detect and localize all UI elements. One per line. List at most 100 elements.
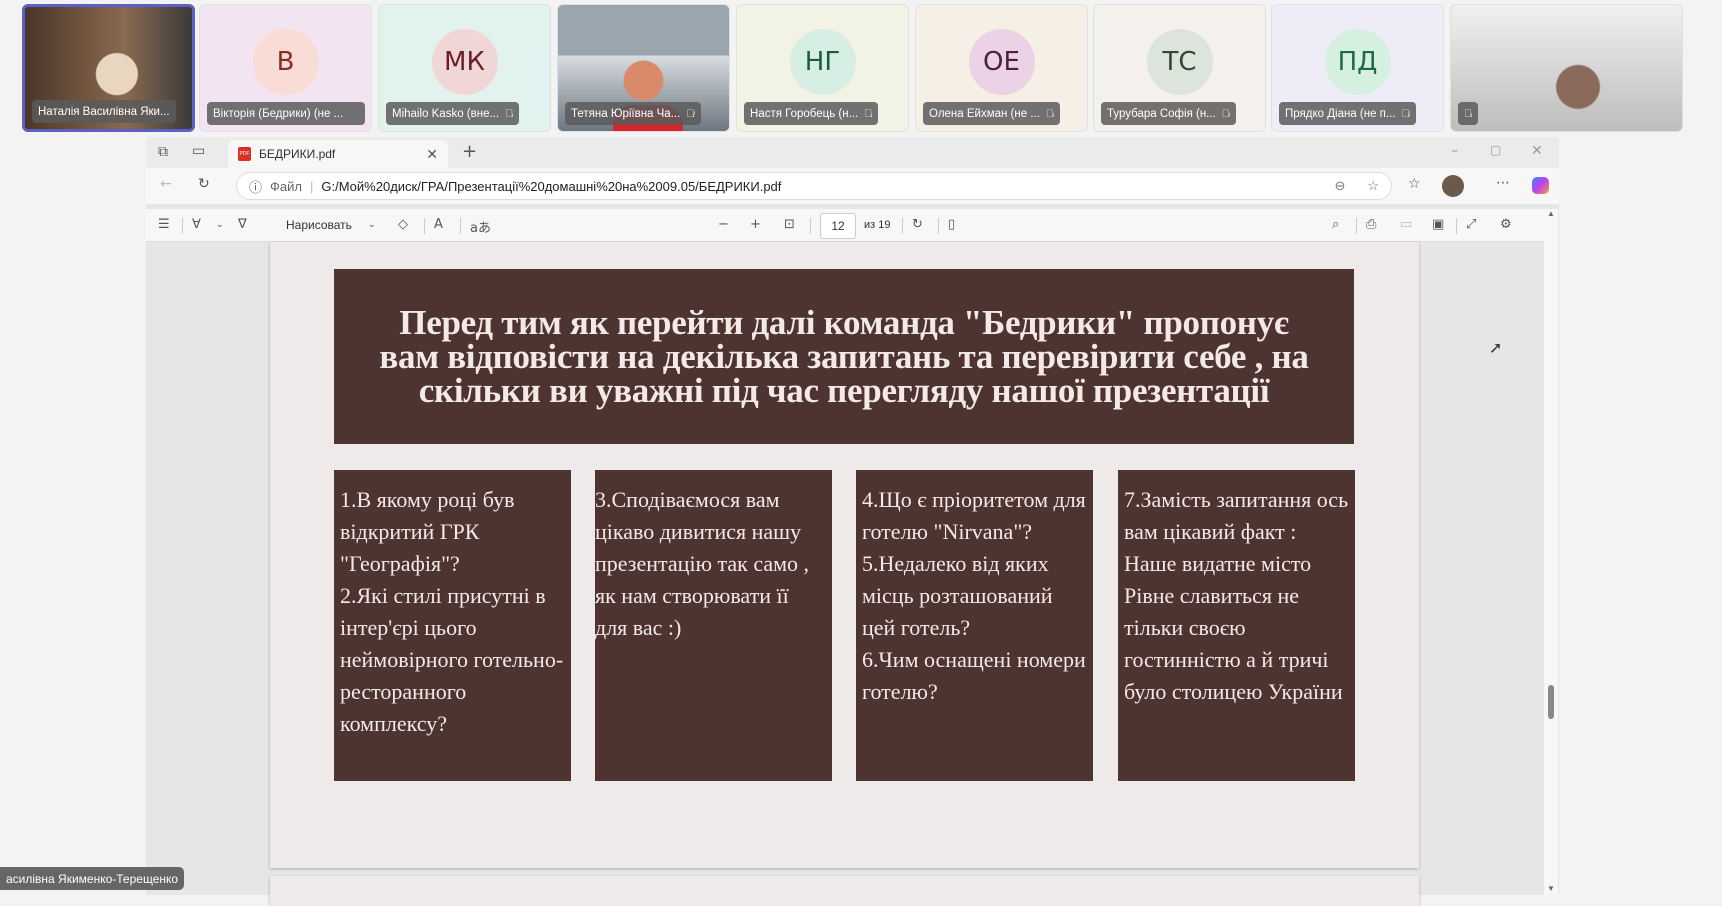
save-icon[interactable]: ▭ xyxy=(1400,217,1412,232)
slide-title: Перед тим як перейти далі команда "Бедри… xyxy=(334,269,1354,444)
participant-avatar: НГ xyxy=(789,29,856,95)
more-icon[interactable]: ⋯ xyxy=(1496,175,1510,191)
scroll-up-icon[interactable]: ▲ xyxy=(1547,209,1555,218)
pdf-icon: PDF xyxy=(238,147,251,161)
scrollbar-thumb[interactable] xyxy=(1548,685,1554,719)
tab-actions-icon[interactable]: ▭ xyxy=(192,143,205,159)
search-icon[interactable]: ⌕ xyxy=(1332,217,1339,232)
participant-avatar: ПД xyxy=(1324,29,1391,95)
read-aloud-icon[interactable]: A xyxy=(434,217,443,232)
participant-name: Прядко Діана (не п... xyxy=(1285,107,1396,120)
new-tab-icon[interactable]: + xyxy=(462,141,477,162)
participant-name-tag: Тетяна Юріївна Ча... 🎙̸ xyxy=(565,102,701,125)
participant-avatar: ТС xyxy=(1146,29,1213,95)
participant-tile[interactable]: ТС Турубара Софія (н... 🎙̸ xyxy=(1093,4,1266,132)
mouse-cursor-icon: ➚ xyxy=(1489,340,1503,357)
favorite-star-icon[interactable]: ☆ xyxy=(1367,178,1379,194)
participant-tile[interactable]: 🎙̸ xyxy=(1450,4,1683,132)
minimize-icon[interactable]: – xyxy=(1451,143,1458,159)
highlight-icon[interactable]: ∀ xyxy=(192,217,201,232)
file-label: Файл xyxy=(270,178,302,194)
tab-pdf[interactable]: PDF БЕДРИКИ.pdf ✕ xyxy=(228,140,448,168)
participant-name-tag: Наталія Василівна Яки... xyxy=(32,100,176,123)
info-icon[interactable]: ⓘ xyxy=(249,177,262,196)
mic-muted-icon: 🎙̸ xyxy=(686,107,695,120)
address-row: ← ↻ ⓘ Файл | G:/Мой%20диск/ГРА/Презентац… xyxy=(146,168,1559,204)
restore-icon[interactable]: ▢ xyxy=(1490,143,1501,157)
zoom-icon[interactable]: ⊖ xyxy=(1334,178,1345,194)
participant-name: Mihailo Kasko (вне... xyxy=(392,107,500,120)
contents-icon[interactable]: ☰ xyxy=(158,217,170,232)
participant-name-tag: Турубара Софія (н... 🎙̸ xyxy=(1101,102,1237,125)
back-icon[interactable]: ← xyxy=(160,176,172,192)
chevron-down-icon[interactable]: ⌄ xyxy=(216,220,224,230)
participant-name: Олена Ейхман (не ... xyxy=(929,107,1040,120)
draw-button[interactable]: Нарисовать xyxy=(286,218,352,232)
copilot-icon[interactable] xyxy=(1532,177,1549,194)
participant-avatar: ОЕ xyxy=(968,29,1035,95)
participant-tile[interactable]: Наталія Василівна Яки... xyxy=(22,4,195,132)
browser-window: ⧉ ▭ PDF БЕДРИКИ.pdf ✕ + – ▢ ✕ ← ↻ ⓘ Файл… xyxy=(146,137,1559,906)
participant-name: Турубара Софія (н... xyxy=(1107,107,1216,120)
zoom-out-icon[interactable]: − xyxy=(718,217,729,232)
rotate-icon[interactable]: ↻ xyxy=(912,217,923,232)
close-window-icon[interactable]: ✕ xyxy=(1531,143,1543,159)
participant-name: Тетяна Юріївна Ча... xyxy=(571,107,681,120)
refresh-icon[interactable]: ↻ xyxy=(198,176,210,192)
participant-name-tooltip: асилівна Якименко-Терещенко xyxy=(0,867,185,890)
save-as-icon[interactable]: ▣ xyxy=(1432,217,1444,232)
chevron-down-icon[interactable]: ⌄ xyxy=(368,220,376,230)
question-card-3: 4.Що є пріоритетом для готелю "Nirvana"?… xyxy=(856,470,1093,781)
workspaces-icon[interactable]: ⧉ xyxy=(158,144,168,160)
divider: | xyxy=(309,178,314,194)
mic-muted-icon: 🎙̸ xyxy=(1464,107,1473,120)
participant-name: Наталія Василівна Яки... xyxy=(38,105,170,118)
participant-tile[interactable]: ПД Прядко Діана (не п... 🎙̸ xyxy=(1271,4,1444,132)
participant-avatar: МК xyxy=(431,29,498,95)
profile-avatar[interactable] xyxy=(1442,175,1464,197)
question-card-1: 1.В якому році був відкритий ГРК "Геогра… xyxy=(334,470,571,781)
print-icon[interactable]: ⎙ xyxy=(1366,217,1376,232)
translate-icon[interactable]: aあ xyxy=(470,217,491,236)
mic-muted-icon: 🎙̸ xyxy=(864,107,873,120)
participant-tile[interactable]: МК Mihailo Kasko (вне... 🎙̸ xyxy=(378,4,551,132)
tab-bar: ⧉ ▭ PDF БЕДРИКИ.pdf ✕ + – ▢ ✕ xyxy=(146,137,1559,168)
scrollbar[interactable]: ▲ ▼ xyxy=(1544,209,1558,895)
page-total: из 19 xyxy=(864,219,891,231)
page-number-input[interactable]: 12 xyxy=(820,213,856,239)
participant-tile[interactable]: В Вікторія (Бедрики) (не ... xyxy=(199,4,372,132)
address-bar[interactable]: ⓘ Файл | G:/Мой%20диск/ГРА/Презентації%2… xyxy=(236,172,1392,200)
mic-muted-icon: 🎙̸ xyxy=(1221,107,1231,120)
page-view-icon[interactable]: ▯ xyxy=(948,217,955,232)
url-text: G:/Мой%20диск/ГРА/Презентації%20домашні%… xyxy=(321,178,782,194)
participant-name: Настя Горобець (н... xyxy=(750,107,859,120)
tab-title: БЕДРИКИ.pdf xyxy=(259,147,336,161)
participant-name-tag: 🎙̸ xyxy=(1458,102,1479,125)
mic-muted-icon: 🎙̸ xyxy=(1045,107,1055,120)
zoom-in-icon[interactable]: + xyxy=(750,217,761,232)
draw-icon[interactable]: ∇ xyxy=(238,217,247,232)
participant-name-tag: Настя Горобець (н... 🎙̸ xyxy=(744,102,879,125)
participant-name-tag: Олена Ейхман (не ... 🎙̸ xyxy=(923,102,1061,125)
favorites-icon[interactable]: ☆ xyxy=(1408,176,1421,192)
participant-tile[interactable]: Тетяна Юріївна Ча... 🎙̸ xyxy=(557,4,730,132)
close-tab-icon[interactable]: ✕ xyxy=(426,146,438,163)
participant-tile[interactable]: ОЕ Олена Ейхман (не ... 🎙̸ xyxy=(915,4,1088,132)
participant-name-tag: Mihailo Kasko (вне... 🎙̸ xyxy=(386,102,520,125)
pdf-toolbar: ☰ ∀ ⌄ ∇ Нарисовать ⌄ ◇ A aあ − + ⊡ 12 из … xyxy=(146,209,1544,242)
question-card-2: 3.Сподіваємося вам цікаво дивитися нашу … xyxy=(595,470,832,781)
participant-name: Вікторія (Бедрики) (не ... xyxy=(213,107,344,120)
participant-video xyxy=(1451,5,1682,131)
participant-avatar: В xyxy=(252,29,319,95)
page-current: 12 xyxy=(831,219,845,233)
scroll-down-icon[interactable]: ▼ xyxy=(1547,884,1555,893)
fit-width-icon[interactable]: ⊡ xyxy=(784,217,795,232)
settings-gear-icon[interactable]: ⚙ xyxy=(1500,217,1512,232)
participant-tile[interactable]: НГ Настя Горобець (н... 🎙̸ xyxy=(736,4,909,132)
eraser-icon[interactable]: ◇ xyxy=(398,217,408,232)
fullscreen-icon[interactable]: ⤢ xyxy=(1466,217,1476,232)
participant-name-tag: Прядко Діана (не п... 🎙̸ xyxy=(1279,102,1416,125)
next-pdf-page xyxy=(270,876,1419,906)
mic-muted-icon: 🎙̸ xyxy=(1401,107,1410,120)
mic-muted-icon: 🎙̸ xyxy=(505,107,514,120)
